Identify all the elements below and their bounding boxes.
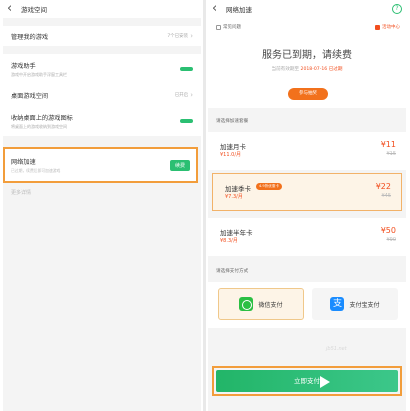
chevron-right-icon: › (190, 91, 193, 99)
network-accel-row[interactable]: 网络加速 已过期，续费后即可加速游戏 续费 (3, 147, 198, 183)
watermark: jb51.net (326, 346, 347, 352)
game-assistant-desc: 游戏中开启游戏助手浮窗工具栏 (11, 71, 67, 77)
left-screen: ‹ 游戏空间 管理我的游戏 7个已安装 › 游戏助手 游戏中开启游戏助手浮窗工具栏… (3, 0, 201, 411)
alipay-option[interactable]: 支 支付宝支付 (312, 288, 398, 320)
more-details-link[interactable]: 更多详情 (3, 189, 198, 196)
plans-section-label: 请选择加速套餐 (216, 119, 249, 124)
right-screen: ‹ 网络加速 ? 常见问题 活动中心 服务已到期，请续费 当前有效期至 2018… (208, 0, 406, 411)
renew-badge[interactable]: 续费 (169, 159, 190, 171)
pay-methods: 微信支付 支 支付宝支付 (208, 282, 406, 328)
network-accel-title: 网络加速 (11, 158, 36, 166)
game-assistant-toggle[interactable] (180, 67, 193, 71)
back-arrow-icon[interactable]: ‹ (212, 0, 226, 18)
status-title: 服务已到期，请续费 (262, 50, 352, 61)
event-center-link[interactable]: 活动中心 (375, 24, 400, 30)
page-title: 游戏空间 (21, 6, 47, 14)
installed-count: 7个已安装 (167, 34, 189, 39)
pay-now-button[interactable]: 立即支付 (216, 370, 398, 392)
back-arrow-icon[interactable]: ‹ (7, 0, 21, 18)
faq-icon (216, 24, 221, 30)
expiry-state: 已过期 (328, 67, 343, 72)
pay-button-highlight: 立即支付 (212, 366, 402, 396)
manage-games-row[interactable]: 管理我的游戏 7个已安装 › (3, 26, 201, 46)
pointer-arrow-icon (320, 376, 330, 388)
screen-divider (203, 0, 206, 411)
discount-ribbon: 4.9折优惠卡 (256, 183, 283, 190)
wechat-pay-icon (239, 297, 254, 311)
expiry-line: 当前有效期至 2018-07-16 已过期 (271, 67, 343, 72)
plan-quarterly[interactable]: 加速季卡 4.9折优惠卡 ¥7.3/月 ¥22 ¥45 (212, 173, 402, 211)
collect-icons-desc: 将桌面上的游戏收纳到游戏空间 (11, 123, 67, 129)
plan-monthly[interactable]: 加速月卡 ¥11.0/月 ¥11 ¥15 (208, 132, 406, 170)
desktop-space-status: 已开启 (174, 93, 189, 98)
pay-bar: 立即支付 (208, 358, 406, 411)
game-assistant-row: 游戏助手 游戏中开启游戏助手浮窗工具栏 (3, 54, 201, 84)
network-accel-desc: 已过期，续费后即可加速游戏 (11, 167, 61, 173)
collect-icons-row: 收纳桌面上的游戏图标 将桌面上的游戏收纳到游戏空间 (3, 106, 201, 136)
manage-games-label: 管理我的游戏 (11, 33, 49, 41)
faq-link[interactable]: 常见问题 (216, 24, 241, 30)
right-topbar: ‹ 网络加速 ? (208, 0, 406, 18)
game-assistant-title: 游戏助手 (11, 62, 36, 70)
chevron-right-icon: › (190, 32, 193, 40)
alipay-icon: 支 (330, 297, 345, 311)
plan-half-year[interactable]: 加速半年卡 ¥8.3/月 ¥50 ¥90 (208, 218, 406, 256)
gift-icon (375, 24, 380, 30)
collect-icons-title: 收纳桌面上的游戏图标 (11, 114, 73, 122)
page-title: 网络加速 (226, 6, 252, 14)
collect-icons-toggle[interactable] (180, 119, 193, 123)
help-icon[interactable]: ? (392, 4, 402, 14)
desktop-space-row[interactable]: 桌面游戏空间 已开启 › (3, 84, 201, 106)
left-topbar: ‹ 游戏空间 (3, 0, 201, 18)
expiry-date: 2018-07-16 (300, 67, 328, 72)
join-lottery-button[interactable]: 参与抽奖 (288, 88, 328, 100)
pay-section-label: 请选择支付方式 (216, 269, 249, 274)
desktop-space-label: 桌面游戏空间 (11, 92, 49, 100)
wechat-pay-option[interactable]: 微信支付 (218, 288, 304, 320)
